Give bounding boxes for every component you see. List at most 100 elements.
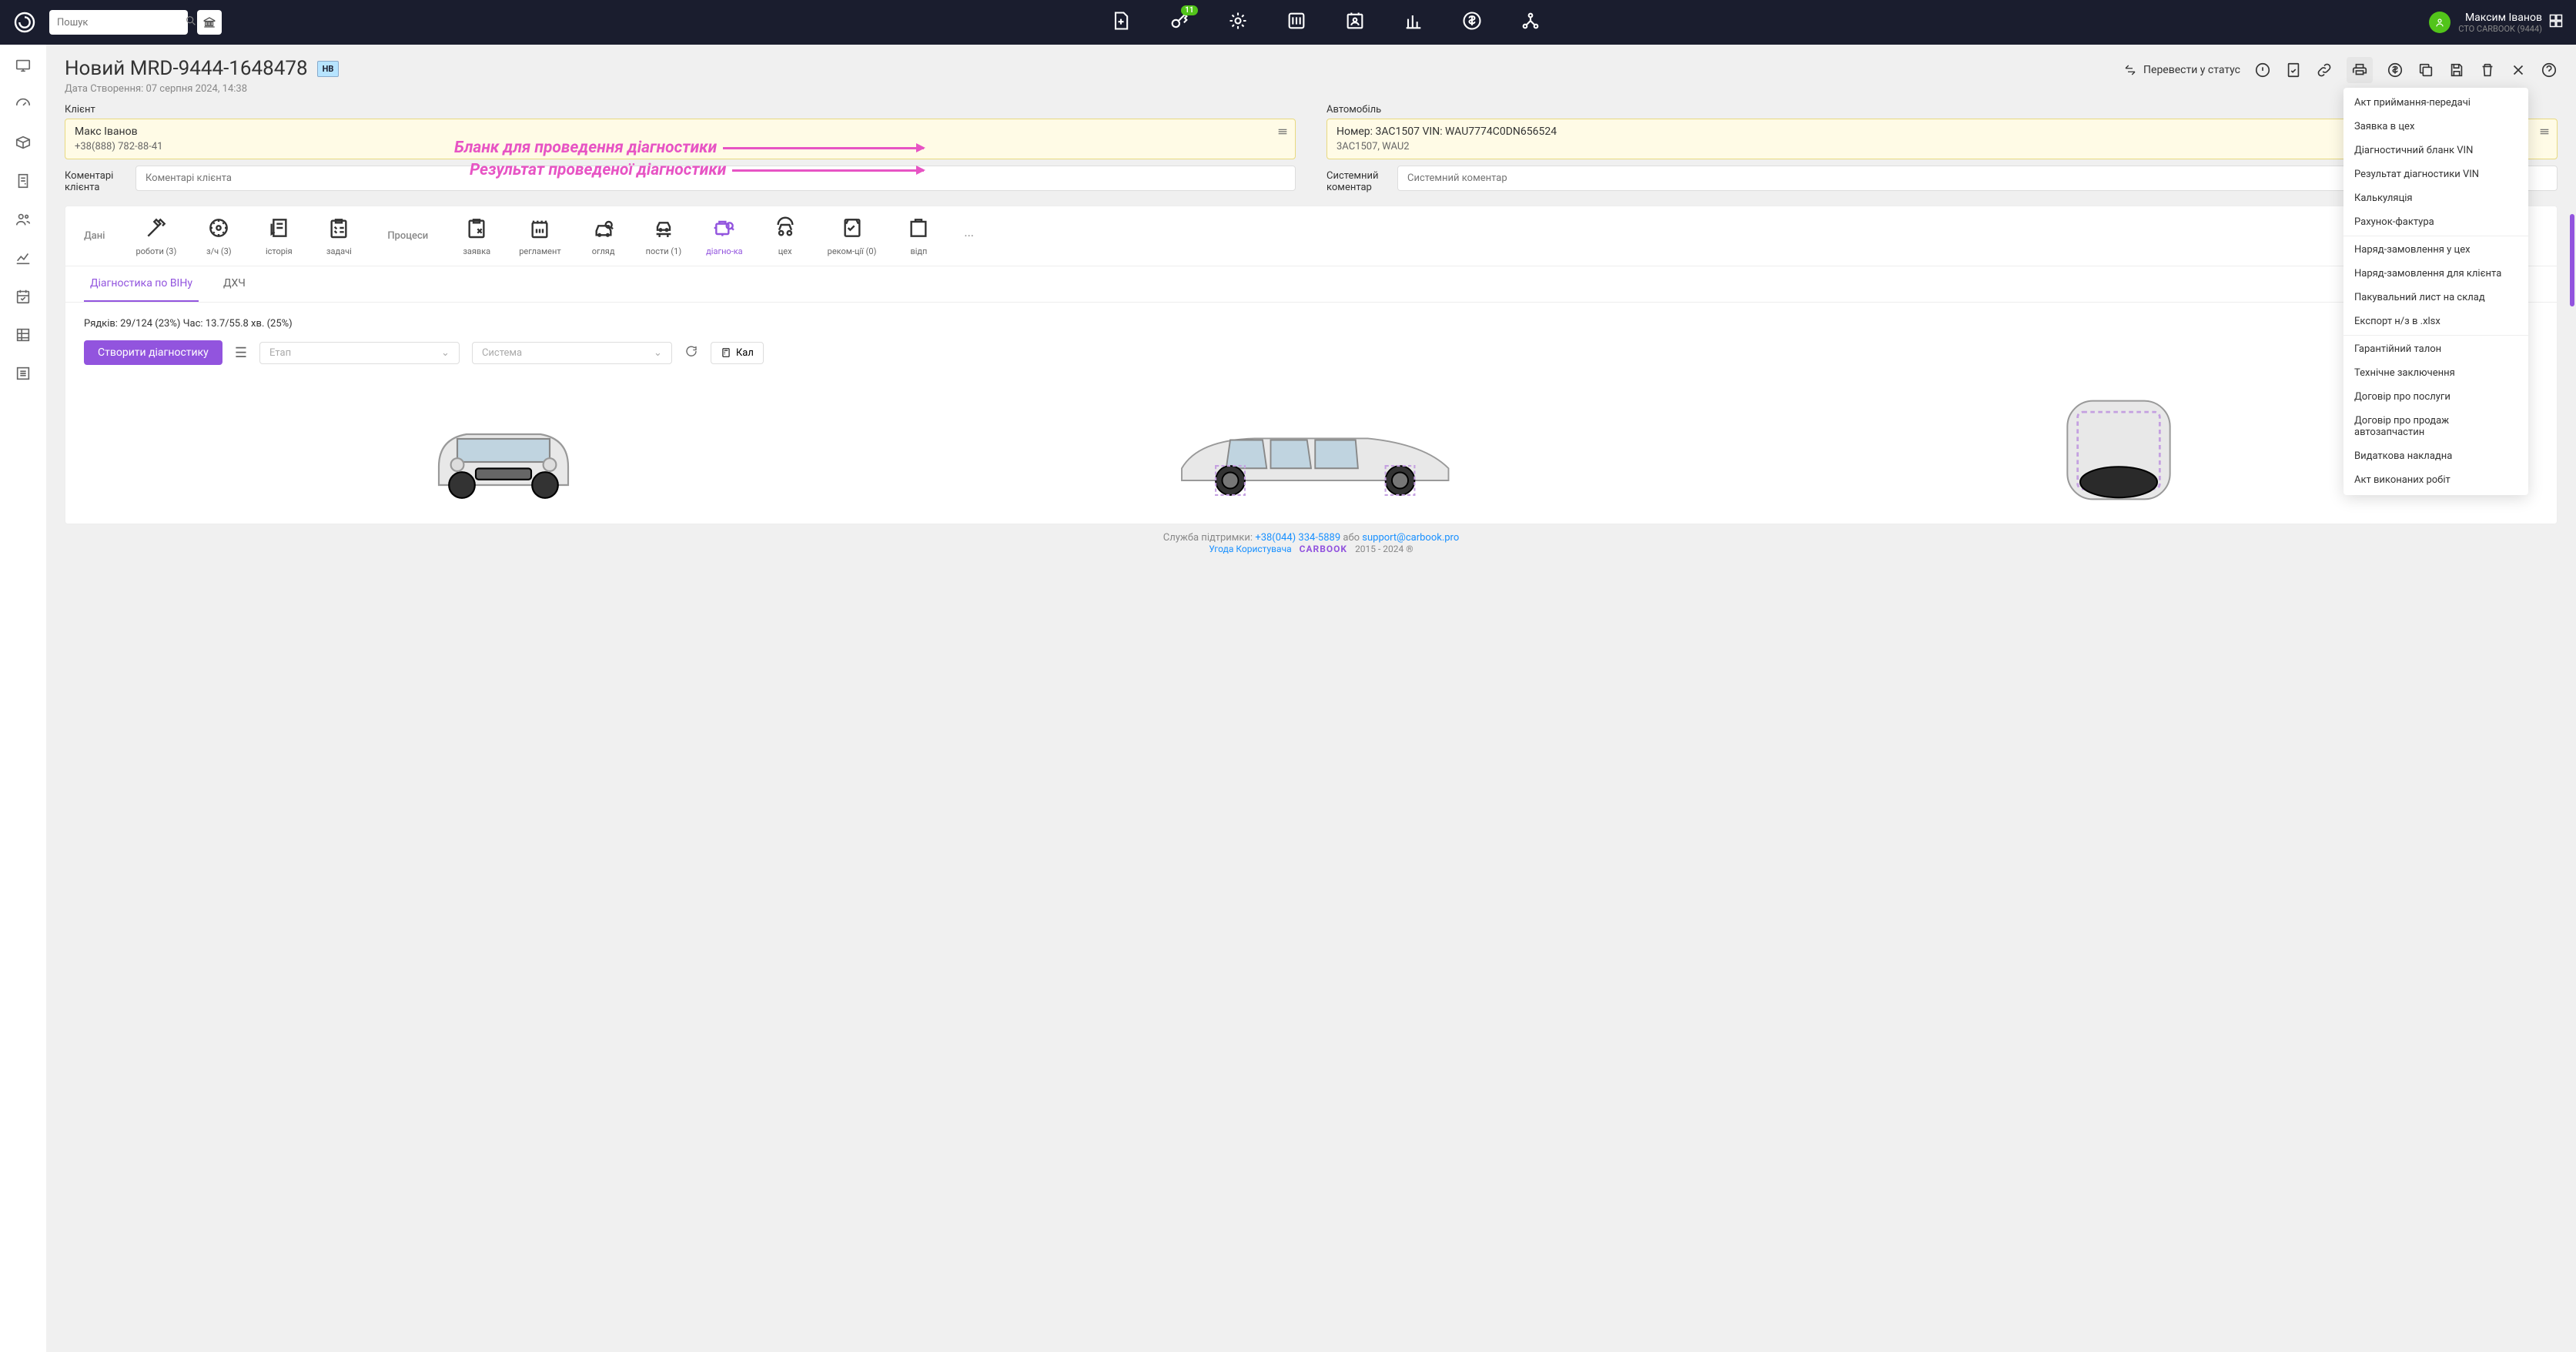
carbook-logo: CARBOOK bbox=[1300, 544, 1347, 554]
system-select[interactable]: Система⌄ bbox=[472, 342, 672, 364]
car-front[interactable] bbox=[99, 393, 907, 504]
chevron-down-icon: ⌄ bbox=[441, 347, 450, 359]
terms-link[interactable]: Угода Користувача bbox=[1209, 544, 1291, 554]
side-list[interactable] bbox=[15, 365, 32, 385]
apps-icon[interactable] bbox=[2548, 13, 2564, 32]
link-icon[interactable] bbox=[2316, 62, 2333, 79]
tab-more[interactable]: ··· bbox=[948, 213, 989, 259]
print-item-10[interactable]: Гарантійний талон bbox=[2343, 337, 2528, 361]
print-item-5[interactable]: Рахунок-фактура bbox=[2343, 210, 2528, 234]
nav-network[interactable] bbox=[1520, 10, 1541, 35]
info-icon[interactable] bbox=[2254, 62, 2271, 79]
support-or: або bbox=[1343, 532, 1362, 544]
nav-add-doc[interactable] bbox=[1110, 10, 1132, 35]
print-sep-2 bbox=[2343, 335, 2528, 336]
close-icon[interactable] bbox=[2510, 62, 2527, 79]
tab-posty[interactable]: пости (1) bbox=[634, 206, 694, 266]
header-actions: Перевести у статус bbox=[2123, 57, 2558, 83]
nav-settings[interactable] bbox=[1227, 10, 1249, 35]
print-item-6[interactable]: Наряд-замовлення у цех bbox=[2343, 238, 2528, 262]
client-expand-icon[interactable] bbox=[1276, 125, 1289, 141]
nav-stats[interactable] bbox=[1403, 10, 1424, 35]
print-item-7[interactable]: Наряд-замовлення для клієнта bbox=[2343, 262, 2528, 286]
refresh-icon[interactable] bbox=[684, 344, 698, 361]
create-diag-button[interactable]: Створити діагностику bbox=[84, 340, 222, 365]
print-item-13[interactable]: Договір про продаж автозапчастин bbox=[2343, 409, 2528, 444]
nav-money[interactable] bbox=[1461, 10, 1483, 35]
client-label: Клієнт bbox=[65, 104, 1296, 115]
calc-button[interactable]: Кал bbox=[711, 342, 764, 364]
tab-rekom[interactable]: реком-ції (0) bbox=[815, 206, 889, 266]
tab-roboty[interactable]: роботи (3) bbox=[123, 206, 189, 266]
tab-zch[interactable]: з/ч (3) bbox=[189, 206, 249, 266]
avatar bbox=[2429, 12, 2451, 33]
tab-vidp[interactable]: відп bbox=[888, 206, 948, 266]
help-icon[interactable] bbox=[2541, 62, 2558, 79]
tab-reglament[interactable]: регламент bbox=[507, 206, 573, 266]
print-item-0[interactable]: Акт приймання-передачі bbox=[2343, 91, 2528, 115]
print-item-8[interactable]: Пакувальний лист на склад bbox=[2343, 286, 2528, 310]
tab-zayavka[interactable]: заявка bbox=[447, 206, 507, 266]
car-row bbox=[84, 388, 2538, 508]
nav-sliders[interactable] bbox=[1286, 10, 1307, 35]
check-doc-icon[interactable] bbox=[2285, 62, 2302, 79]
print-item-4[interactable]: Калькуляція bbox=[2343, 186, 2528, 210]
side-people[interactable] bbox=[15, 211, 32, 231]
subtab-vin[interactable]: Діагностика по ВІНу bbox=[84, 266, 199, 302]
scrollbar[interactable] bbox=[2570, 214, 2574, 306]
delete-icon[interactable] bbox=[2479, 62, 2496, 79]
group-procesy: Процеси bbox=[369, 215, 447, 257]
page-title: Новий MRD-9444-1648478 bbox=[65, 57, 308, 80]
support-label: Служба підтримки: bbox=[1163, 532, 1256, 544]
tab-tseh[interactable]: цех bbox=[755, 206, 815, 266]
tab-istoria[interactable]: історія bbox=[249, 206, 309, 266]
print-item-2[interactable]: Діагностичний бланк VIN bbox=[2343, 139, 2528, 162]
arrow-icon bbox=[732, 169, 924, 172]
print-item-1[interactable]: Заявка в цех bbox=[2343, 115, 2528, 139]
tab-diagno[interactable]: діагно-ка bbox=[694, 206, 755, 266]
print-item-15[interactable]: Акт виконаних робіт bbox=[2343, 468, 2528, 492]
support-phone[interactable]: +38(044) 334-5889 bbox=[1255, 532, 1340, 544]
tab-zadachi[interactable]: задачі bbox=[309, 206, 369, 266]
nav-keys[interactable]: 11 bbox=[1169, 10, 1190, 35]
copy-icon[interactable] bbox=[2417, 62, 2434, 79]
search-box[interactable] bbox=[49, 10, 188, 35]
side-box[interactable] bbox=[15, 134, 32, 154]
side-gauge[interactable] bbox=[15, 95, 32, 115]
print-item-3[interactable]: Результат діагностики VIN bbox=[2343, 162, 2528, 186]
side-chart[interactable] bbox=[15, 249, 32, 269]
save-icon[interactable] bbox=[2448, 62, 2465, 79]
vehicle-expand-icon[interactable] bbox=[2538, 125, 2551, 141]
search-input[interactable] bbox=[57, 17, 185, 28]
annotation-blank: Бланк для проведення діагностики bbox=[454, 139, 924, 157]
top-nav: 11 bbox=[228, 10, 2423, 35]
print-item-11[interactable]: Технічне заключення bbox=[2343, 361, 2528, 385]
search-icon[interactable] bbox=[185, 15, 197, 30]
print-item-9[interactable]: Експорт н/з в .xlsx bbox=[2343, 310, 2528, 333]
arrow-icon bbox=[723, 147, 924, 149]
tab-oglyad[interactable]: огляд bbox=[574, 206, 634, 266]
support-email[interactable]: support@carbook.pro bbox=[1362, 532, 1459, 544]
dollar-icon[interactable] bbox=[2387, 62, 2404, 79]
menu-icon[interactable]: ☰ bbox=[235, 345, 247, 361]
car-side[interactable] bbox=[907, 400, 1715, 497]
title-area: Новий MRD-9444-1648478 НВ Дата Створення… bbox=[65, 57, 339, 95]
side-monitor[interactable] bbox=[15, 57, 32, 77]
title-row: Новий MRD-9444-1648478 НВ bbox=[65, 57, 339, 80]
nav-contact[interactable] bbox=[1344, 10, 1366, 35]
side-calendar[interactable] bbox=[15, 288, 32, 308]
status-toggle[interactable]: Перевести у статус bbox=[2123, 63, 2240, 77]
app-logo[interactable] bbox=[12, 10, 37, 35]
form-row: Клієнт Макс Іванов +38(888) 782-88-41 Ко… bbox=[65, 104, 2558, 193]
side-receipt[interactable] bbox=[15, 172, 32, 192]
diag-body: Рядків: 29/124 (23%) Час: 13.7/55.8 хв. … bbox=[65, 303, 2557, 524]
subtab-dxch[interactable]: ДХЧ bbox=[217, 266, 252, 302]
print-item-12[interactable]: Договір про послуги bbox=[2343, 385, 2528, 409]
print-item-14[interactable]: Видаткова накладна bbox=[2343, 444, 2528, 468]
stage-select[interactable]: Етап⌄ bbox=[259, 342, 460, 364]
print-icon[interactable] bbox=[2347, 57, 2373, 83]
sidebar bbox=[0, 45, 46, 1352]
user-block[interactable]: Максим Іванов СТО CARBOOK (9444) bbox=[2429, 12, 2542, 34]
bank-button[interactable] bbox=[197, 10, 222, 35]
side-grid[interactable] bbox=[15, 326, 32, 346]
